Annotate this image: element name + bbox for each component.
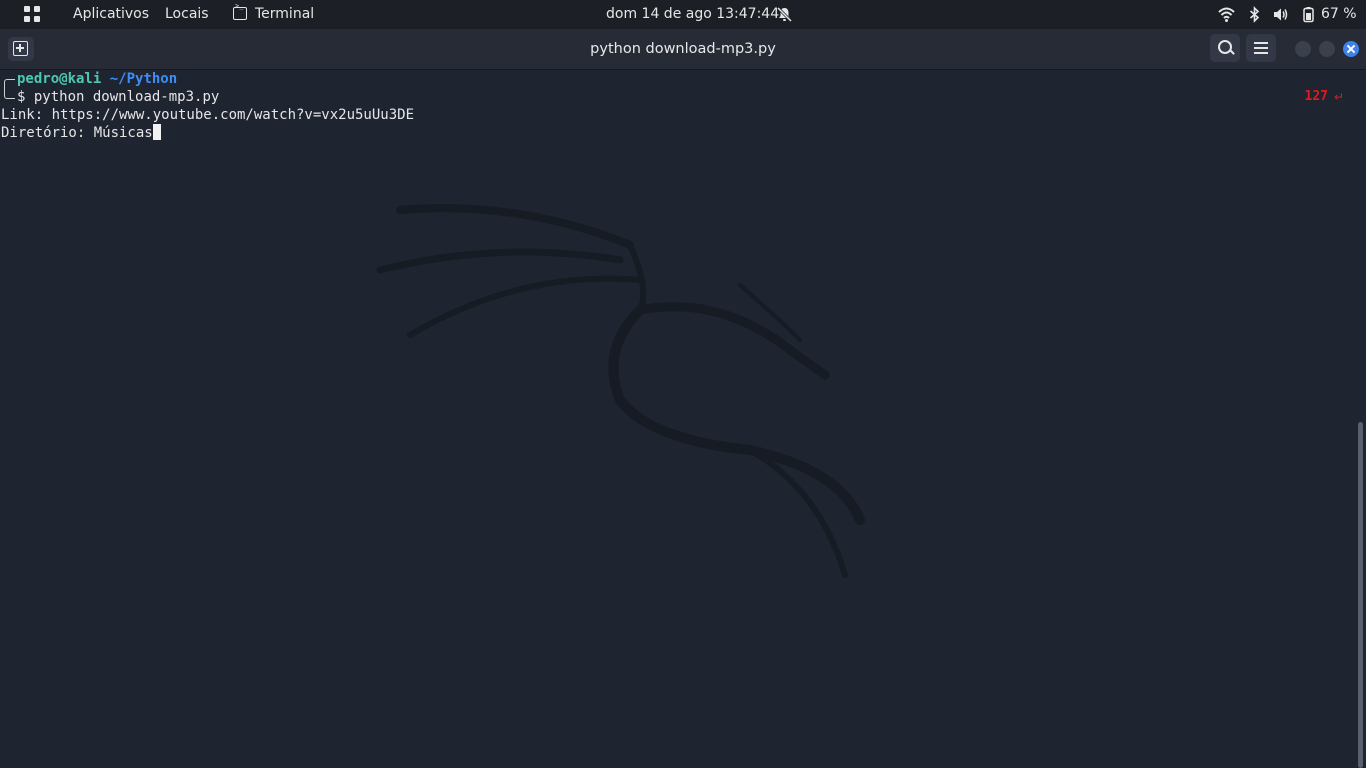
places-menu[interactable]: Locais [165, 0, 209, 29]
apps-grid-icon[interactable] [24, 6, 41, 23]
maximize-button[interactable] [1319, 41, 1335, 57]
terminal-headerbar: python download-mp3.py [0, 29, 1366, 70]
kali-dragon-watermark [376, 204, 865, 578]
clock[interactable]: dom 14 de ago 13:47:44 [606, 0, 779, 29]
prompt-user: pedro@kali [17, 71, 102, 87]
active-app-menu[interactable]: Terminal [255, 0, 314, 29]
bluetooth-icon[interactable] [1246, 6, 1263, 23]
prompt-header: pedro@kali ~/Python [17, 70, 177, 88]
new-tab-button[interactable] [8, 37, 34, 61]
command-text: python download-mp3.py [33, 89, 220, 105]
window-title: python download-mp3.py [590, 41, 776, 57]
prompt-path: ~/Python [109, 71, 178, 87]
volume-icon[interactable] [1272, 6, 1289, 23]
scrollbar-thumb[interactable] [1358, 422, 1363, 768]
battery-icon[interactable] [1300, 6, 1317, 23]
notifications-off-icon [776, 6, 793, 23]
prompt-connector [4, 79, 15, 99]
battery-percentage[interactable]: 67 % [1321, 0, 1357, 29]
command-line: $ python download-mp3.py [17, 88, 219, 106]
applications-menu[interactable]: Aplicativos [73, 0, 149, 29]
directory-input-text: Diretório: Músicas [1, 125, 153, 141]
terminal-icon [233, 2, 247, 20]
new-tab-icon [13, 41, 28, 56]
exit-status-code: 127 [1304, 89, 1328, 104]
scrollbar[interactable] [1356, 70, 1366, 768]
menu-button[interactable] [1246, 34, 1276, 62]
prompt-symbol: $ [17, 89, 26, 105]
close-button[interactable] [1343, 41, 1359, 57]
minimize-button[interactable] [1295, 41, 1311, 57]
output-line-directory[interactable]: Diretório: Músicas [1, 124, 161, 142]
text-cursor [152, 124, 161, 140]
wifi-icon[interactable] [1218, 6, 1235, 23]
search-button[interactable] [1210, 34, 1240, 62]
return-icon: ↵ [1333, 90, 1344, 104]
terminal-view[interactable]: pedro@kali ~/Python $ python download-mp… [0, 70, 1366, 768]
top-panel: Aplicativos Locais Terminal dom 14 de ag… [0, 0, 1366, 29]
output-line-link: Link: https://www.youtube.com/watch?v=vx… [1, 107, 415, 123]
